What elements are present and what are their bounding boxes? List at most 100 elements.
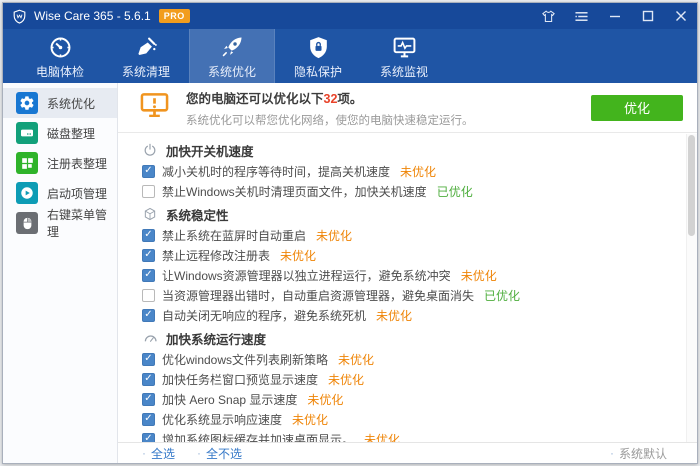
sidebar-item-label: 注册表整理 [47, 156, 108, 171]
theme-skin-icon[interactable] [532, 3, 565, 29]
status-badge: 未优化 [316, 228, 353, 243]
status-badge: 已优化 [436, 184, 473, 199]
option-row[interactable]: ✓ 优化系统显示响应速度 未优化 [142, 409, 673, 429]
section-header-system-stability: 系统稳定性 [142, 203, 673, 225]
option-row[interactable]: ✓ 优化windows文件列表刷新策略 未优化 [142, 349, 673, 369]
sidebar-item-label: 右键菜单管理 [47, 208, 108, 239]
blocks-grid-icon [16, 152, 38, 174]
option-label: 当资源管理器出错时，自动重启资源管理器，避免桌面消失 [162, 288, 475, 303]
system-default-link[interactable]: · 系统默认 [610, 445, 667, 462]
status-badge: 未优化 [328, 372, 365, 387]
main-area: 系统优化 磁盘整理 注册表整理 启动项管理 右键菜单管理 您的电脑还可以优化以下… [3, 83, 697, 463]
sidebar-item-label: 磁盘整理 [47, 126, 96, 141]
status-badge: 已优化 [484, 288, 521, 303]
section-header-system-speedup: 加快系统运行速度 [142, 327, 673, 349]
option-checkbox[interactable]: ✓ [142, 412, 155, 426]
option-checkbox[interactable] [142, 184, 155, 198]
rocket-icon [219, 33, 245, 60]
bullet-icon: · [142, 446, 146, 460]
option-row[interactable]: ✓ 禁止系统在蓝屏时自动重启 未优化 [142, 225, 673, 245]
sidebar-item-registry-defrag[interactable]: 注册表整理 [3, 148, 117, 178]
bullet-icon: · [197, 446, 202, 460]
option-checkbox[interactable]: ✓ [142, 432, 155, 442]
mouse-icon [16, 212, 38, 234]
option-label: 禁止Windows关机时清理页面文件，加快关机速度 [162, 184, 427, 199]
hard-drive-icon [16, 122, 38, 144]
pro-badge: PRO [158, 9, 190, 23]
option-row[interactable]: ✓ 加快 Aero Snap 显示速度 未优化 [142, 389, 673, 409]
warning-monitor-icon [140, 92, 169, 123]
option-checkbox[interactable]: ✓ [142, 308, 155, 322]
app-logo-shield-icon [12, 9, 27, 24]
option-row[interactable]: ✓ 自动关闭无响应的程序，避免系统死机 未优化 [142, 305, 673, 325]
tab-privacy-protector[interactable]: 隐私保护 [275, 29, 361, 83]
option-row[interactable]: 当资源管理器出错时，自动重启资源管理器，避免桌面消失 已优化 [142, 285, 673, 305]
scrollbar-track[interactable] [686, 134, 697, 442]
minimize-icon[interactable] [598, 3, 631, 29]
sidebar: 系统优化 磁盘整理 注册表整理 启动项管理 右键菜单管理 [3, 83, 118, 463]
sidebar-item-startup-manager[interactable]: 启动项管理 [3, 178, 117, 208]
option-row[interactable]: ✓ 加快任务栏窗口预览显示速度 未优化 [142, 369, 673, 389]
section-title: 加快开关机速度 [166, 144, 254, 159]
option-checkbox[interactable]: ✓ [142, 392, 155, 406]
tab-system-monitor[interactable]: 系统监视 [361, 29, 447, 83]
status-badge: 未优化 [376, 308, 413, 323]
option-row[interactable]: 禁止Windows关机时清理页面文件，加快关机速度 已优化 [142, 181, 673, 201]
tab-system-cleaner[interactable]: 系统清理 [103, 29, 189, 83]
option-row[interactable]: ✓ 让Windows资源管理器以独立进程运行，避免系统冲突 未优化 [142, 265, 673, 285]
option-row[interactable]: ✓ 增加系统图标缓存并加速桌面显示。 未优化 [142, 429, 673, 442]
option-label: 优化系统显示响应速度 [162, 412, 283, 427]
gear-icon [16, 92, 38, 114]
option-checkbox[interactable] [142, 288, 155, 302]
option-label: 优化windows文件列表刷新策略 [162, 352, 329, 367]
option-row[interactable]: ✓ 禁止远程修改注册表 未优化 [142, 245, 673, 265]
sidebar-item-system-optimize[interactable]: 系统优化 [3, 88, 117, 118]
status-badge: 未优化 [400, 164, 437, 179]
section-header-shutdown-speed: 加快开关机速度 [142, 139, 673, 161]
option-label: 减小关机时的程序等待时间，提高关机速度 [162, 164, 391, 179]
play-circle-icon [16, 182, 38, 204]
status-badge: 未优化 [280, 248, 317, 263]
option-checkbox[interactable]: ✓ [142, 268, 155, 282]
menu-icon[interactable] [565, 3, 598, 29]
broom-icon [134, 33, 159, 60]
option-label: 禁止系统在蓝屏时自动重启 [162, 228, 307, 243]
option-checkbox[interactable]: ✓ [142, 372, 155, 386]
optimization-list: 加快开关机速度 ✓ 减小关机时的程序等待时间，提高关机速度 未优化 禁止Wind… [118, 133, 697, 442]
sidebar-item-context-menu-manager[interactable]: 右键菜单管理 [3, 208, 117, 239]
power-icon [142, 143, 158, 157]
option-checkbox[interactable]: ✓ [142, 228, 155, 242]
optimize-button[interactable]: 优化 [591, 94, 683, 121]
option-label: 加快 Aero Snap 显示速度 [162, 392, 298, 407]
optimizable-count: 32 [323, 91, 338, 106]
tab-pc-checkup[interactable]: 电脑体检 [17, 29, 103, 83]
sidebar-item-disk-defrag[interactable]: 磁盘整理 [3, 118, 117, 148]
content-panel: 您的电脑还可以优化以下32项。 系统优化可以帮您优化网络，使您的电脑快速稳定运行… [118, 83, 697, 463]
option-label: 让Windows资源管理器以独立进程运行，避免系统冲突 [162, 268, 451, 283]
tab-label: 隐私保护 [293, 64, 342, 79]
option-label: 自动关闭无响应的程序，避免系统死机 [162, 308, 367, 323]
banner-subtitle: 系统优化可以帮您优化网络，使您的电脑快速稳定运行。 [186, 114, 474, 127]
option-checkbox[interactable]: ✓ [142, 248, 155, 262]
close-icon[interactable] [664, 3, 697, 29]
option-label: 增加系统图标缓存并加速桌面显示。 [162, 432, 355, 443]
scrollbar-thumb[interactable] [688, 135, 695, 236]
option-checkbox[interactable]: ✓ [142, 164, 155, 178]
option-row[interactable]: ✓ 减小关机时的程序等待时间，提高关机速度 未优化 [142, 161, 673, 181]
shield-lock-icon [306, 33, 331, 60]
status-badge: 未优化 [307, 392, 344, 407]
window-title: Wise Care 365 - 5.6.1 [34, 9, 151, 23]
tab-label: 电脑体检 [35, 64, 84, 79]
tab-system-tuneup[interactable]: 系统优化 [189, 29, 275, 83]
speedometer-icon [142, 331, 158, 346]
option-checkbox[interactable]: ✓ [142, 352, 155, 366]
titlebar: Wise Care 365 - 5.6.1 PRO [3, 3, 697, 29]
select-all-link[interactable]: · 全选 [142, 445, 175, 462]
section-title: 加快系统运行速度 [166, 332, 267, 347]
tab-label: 系统清理 [121, 64, 170, 79]
monitor-pulse-icon [392, 33, 417, 60]
maximize-icon[interactable] [631, 3, 664, 29]
status-badge: 未优化 [364, 432, 401, 443]
select-none-link[interactable]: · 全不选 [197, 445, 242, 462]
app-window: Wise Care 365 - 5.6.1 PRO 电脑体检 系统清理 系统优化… [2, 2, 698, 464]
